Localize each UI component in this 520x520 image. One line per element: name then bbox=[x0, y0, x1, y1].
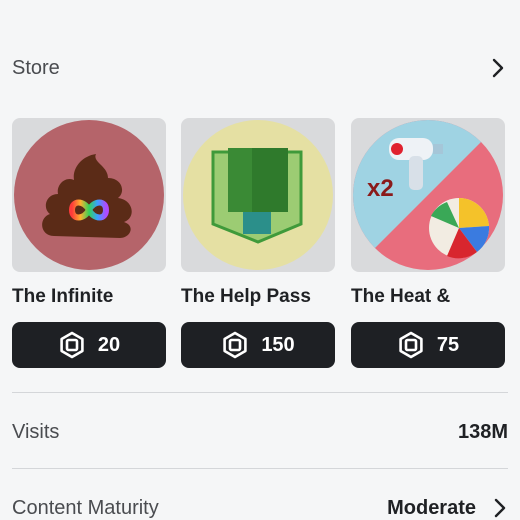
store-title: Store bbox=[12, 56, 60, 79]
price-label: 150 bbox=[261, 333, 295, 356]
green-tree-block-icon bbox=[183, 120, 333, 270]
pass-card-infinite[interactable]: The Infinite 20 bbox=[12, 118, 166, 368]
pass-thumbnail[interactable] bbox=[12, 118, 166, 272]
visits-value: 138M bbox=[457, 420, 508, 443]
water-gun-beach-ball-icon: x2 bbox=[353, 120, 503, 270]
price-label: 20 bbox=[97, 333, 121, 356]
pass-name: The Infinite bbox=[12, 286, 114, 307]
chevron-right-icon[interactable] bbox=[490, 58, 506, 78]
price-label: 75 bbox=[436, 333, 460, 356]
divider bbox=[12, 468, 508, 469]
buy-button[interactable]: 150 bbox=[181, 322, 335, 368]
visits-label: Visits bbox=[12, 420, 60, 443]
buy-button[interactable]: 20 bbox=[12, 322, 166, 368]
game-details-page: Store The Infinite 20 The Help Pass 150 … bbox=[0, 0, 520, 520]
content-maturity-row[interactable]: Content Maturity Moderate bbox=[12, 488, 508, 520]
store-pass-list: The Infinite 20 The Help Pass 150 x2 The… bbox=[12, 118, 520, 370]
content-maturity-value: Moderate bbox=[387, 496, 476, 519]
pass-name: The Heat & bbox=[351, 286, 451, 307]
robux-icon bbox=[399, 331, 423, 359]
pass-thumbnail[interactable] bbox=[181, 118, 335, 272]
visits-row: Visits 138M bbox=[12, 412, 508, 452]
pass-name: The Help Pass bbox=[181, 286, 311, 307]
content-maturity-label: Content Maturity bbox=[12, 496, 159, 519]
pass-thumbnail[interactable]: x2 bbox=[351, 118, 505, 272]
robux-icon bbox=[60, 331, 84, 359]
buy-button[interactable]: 75 bbox=[351, 322, 505, 368]
content-maturity-right: Moderate bbox=[387, 497, 508, 520]
multiplier-badge: x2 bbox=[367, 175, 394, 202]
pass-card-help[interactable]: The Help Pass 150 bbox=[181, 118, 335, 368]
chevron-right-icon[interactable] bbox=[492, 498, 508, 518]
robux-icon bbox=[223, 331, 248, 359]
infinity-poop-icon bbox=[14, 120, 164, 270]
divider bbox=[12, 392, 508, 393]
pass-card-heat[interactable]: x2 The Heat & 75 bbox=[351, 118, 505, 368]
store-header[interactable]: Store bbox=[0, 44, 520, 92]
